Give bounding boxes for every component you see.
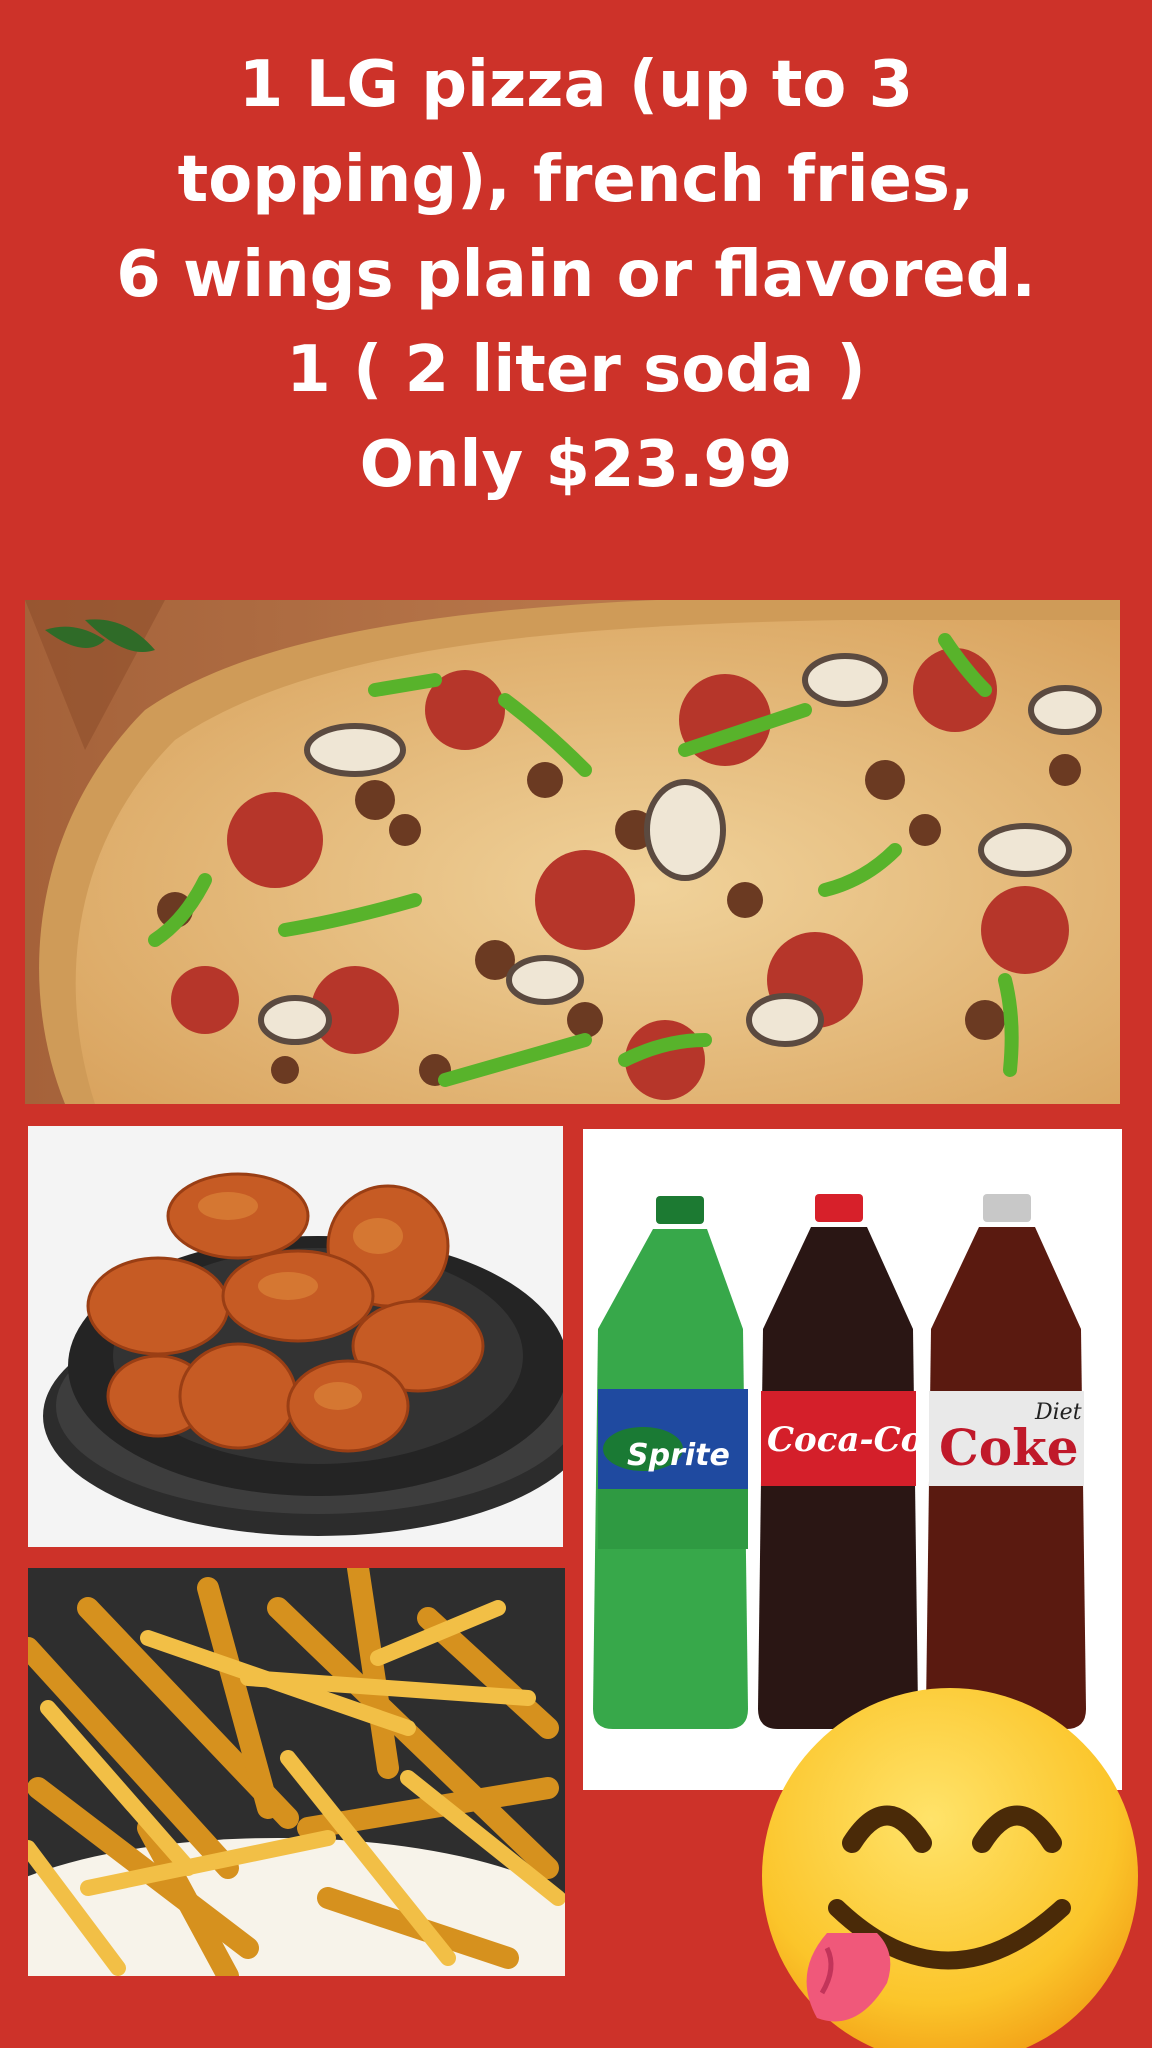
promo-headline: 1 LG pizza (up to 3 topping), french fri… <box>0 38 1152 513</box>
headline-line-4: 1 ( 2 liter soda ) <box>286 333 866 407</box>
fries-image <box>28 1568 565 1976</box>
headline-line-2: topping), french fries, <box>177 143 975 217</box>
yum-face-emoji-icon <box>757 1683 1143 2048</box>
pizza-image <box>25 600 1120 1104</box>
diet-coke-label: Coke <box>939 1418 1079 1477</box>
headline-line-3: 6 wings plain or flavored. <box>116 238 1036 312</box>
headline-line-1: 1 LG pizza (up to 3 <box>238 48 914 122</box>
wings-image <box>28 1126 563 1547</box>
price-line: Only $23.99 <box>359 428 793 502</box>
sprite-label: Sprite <box>627 1438 730 1473</box>
